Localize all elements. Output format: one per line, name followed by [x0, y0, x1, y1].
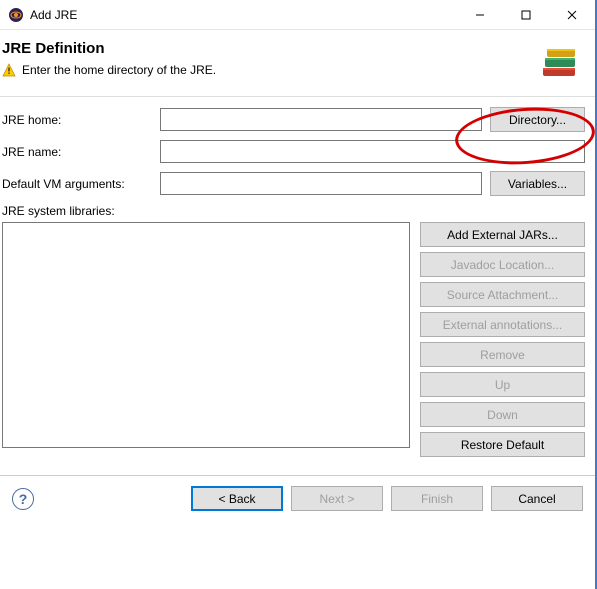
- wizard-footer: ? < Back Next > Finish Cancel: [0, 476, 595, 521]
- jre-libraries-list[interactable]: [2, 222, 410, 448]
- window-controls: [457, 0, 595, 29]
- back-button[interactable]: < Back: [191, 486, 283, 511]
- vm-args-input[interactable]: [160, 172, 482, 195]
- down-button: Down: [420, 402, 585, 427]
- maximize-button[interactable]: [503, 0, 549, 29]
- external-annotations-button: External annotations...: [420, 312, 585, 337]
- directory-button[interactable]: Directory...: [490, 107, 585, 132]
- jre-home-label: JRE home:: [2, 113, 152, 127]
- vm-args-label: Default VM arguments:: [2, 177, 152, 191]
- variables-button[interactable]: Variables...: [490, 171, 585, 196]
- window-title: Add JRE: [30, 8, 457, 22]
- javadoc-location-button: Javadoc Location...: [420, 252, 585, 277]
- finish-button: Finish: [391, 486, 483, 511]
- libs-label: JRE system libraries:: [2, 204, 410, 218]
- warning-icon: [2, 63, 16, 77]
- help-icon[interactable]: ?: [12, 488, 34, 510]
- page-title: JRE Definition: [2, 40, 535, 57]
- jre-home-input[interactable]: [160, 108, 482, 131]
- add-external-jars-button[interactable]: Add External JARs...: [420, 222, 585, 247]
- header-message: Enter the home directory of the JRE.: [22, 63, 216, 77]
- wizard-header: JRE Definition Enter the home directory …: [0, 30, 595, 97]
- remove-button: Remove: [420, 342, 585, 367]
- jre-name-label: JRE name:: [2, 145, 152, 159]
- close-button[interactable]: [549, 0, 595, 29]
- library-buttons: Add External JARs... Javadoc Location...…: [420, 204, 585, 457]
- form-area: JRE home: Directory... JRE name: Default…: [0, 97, 595, 196]
- source-attachment-button: Source Attachment...: [420, 282, 585, 307]
- titlebar: Add JRE: [0, 0, 595, 30]
- jre-name-input[interactable]: [160, 140, 585, 163]
- up-button: Up: [420, 372, 585, 397]
- books-icon: [535, 40, 583, 88]
- cancel-button[interactable]: Cancel: [491, 486, 583, 511]
- eclipse-icon: [8, 7, 24, 23]
- next-button: Next >: [291, 486, 383, 511]
- restore-default-button[interactable]: Restore Default: [420, 432, 585, 457]
- minimize-button[interactable]: [457, 0, 503, 29]
